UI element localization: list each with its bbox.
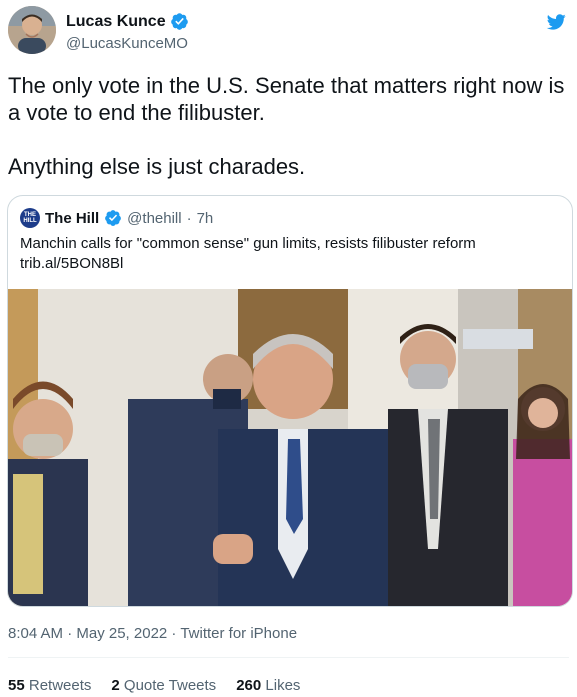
retweets-label: Retweets xyxy=(28,677,92,694)
likes-stat[interactable]: 260 Likes xyxy=(236,677,300,694)
likes-label: Likes xyxy=(265,677,301,694)
verified-badge-icon xyxy=(105,210,122,226)
quoted-author-avatar: THE HILL xyxy=(20,208,40,228)
quoted-author-logo-text: THE HILL xyxy=(23,212,37,224)
quote-tweets-count: 2 xyxy=(111,677,120,694)
tweet-text: The only vote in the U.S. Senate that ma… xyxy=(8,73,565,179)
quote-tweets-stat[interactable]: 2 Quote Tweets xyxy=(111,677,216,694)
quoted-text-line1: Manchin calls for "common sense" gun lim… xyxy=(20,235,476,252)
quoted-tweet-header: THE HILL The Hill @thehill · 7h xyxy=(20,208,213,228)
author-block: Lucas Kunce @LucasKunceMO xyxy=(66,12,189,53)
author-avatar[interactable] xyxy=(8,6,56,54)
engagement-stats: 55 Retweets 2 Quote Tweets 260 Likes xyxy=(8,677,300,694)
quoted-tweet[interactable]: THE HILL The Hill @thehill · 7h Manchin … xyxy=(7,195,573,607)
quoted-tweet-text: Manchin calls for "common sense" gun lim… xyxy=(20,234,560,274)
author-handle[interactable]: @LucasKunceMO xyxy=(66,35,189,52)
quoted-separator: · xyxy=(186,209,192,227)
quoted-time: 7h xyxy=(196,209,214,227)
quote-tweets-label: Quote Tweets xyxy=(123,677,217,694)
author-name[interactable]: Lucas Kunce xyxy=(66,13,166,31)
quoted-tweet-photo[interactable] xyxy=(8,289,572,606)
divider xyxy=(8,657,569,658)
quoted-link[interactable]: trib.al/5BON8Bl xyxy=(20,254,560,274)
retweets-count: 55 xyxy=(8,677,25,694)
twitter-bird-icon[interactable] xyxy=(545,12,567,32)
tweet-metadata[interactable]: 8:04 AM · May 25, 2022 · Twitter for iPh… xyxy=(8,625,297,642)
quoted-author-name: The Hill xyxy=(45,209,100,227)
verified-badge-icon xyxy=(170,13,188,30)
retweets-stat[interactable]: 55 Retweets xyxy=(8,677,91,694)
tweet-header: Lucas Kunce @LucasKunceMO xyxy=(8,6,569,58)
quoted-author-handle: @thehill xyxy=(127,209,182,227)
likes-count: 260 xyxy=(236,677,262,694)
